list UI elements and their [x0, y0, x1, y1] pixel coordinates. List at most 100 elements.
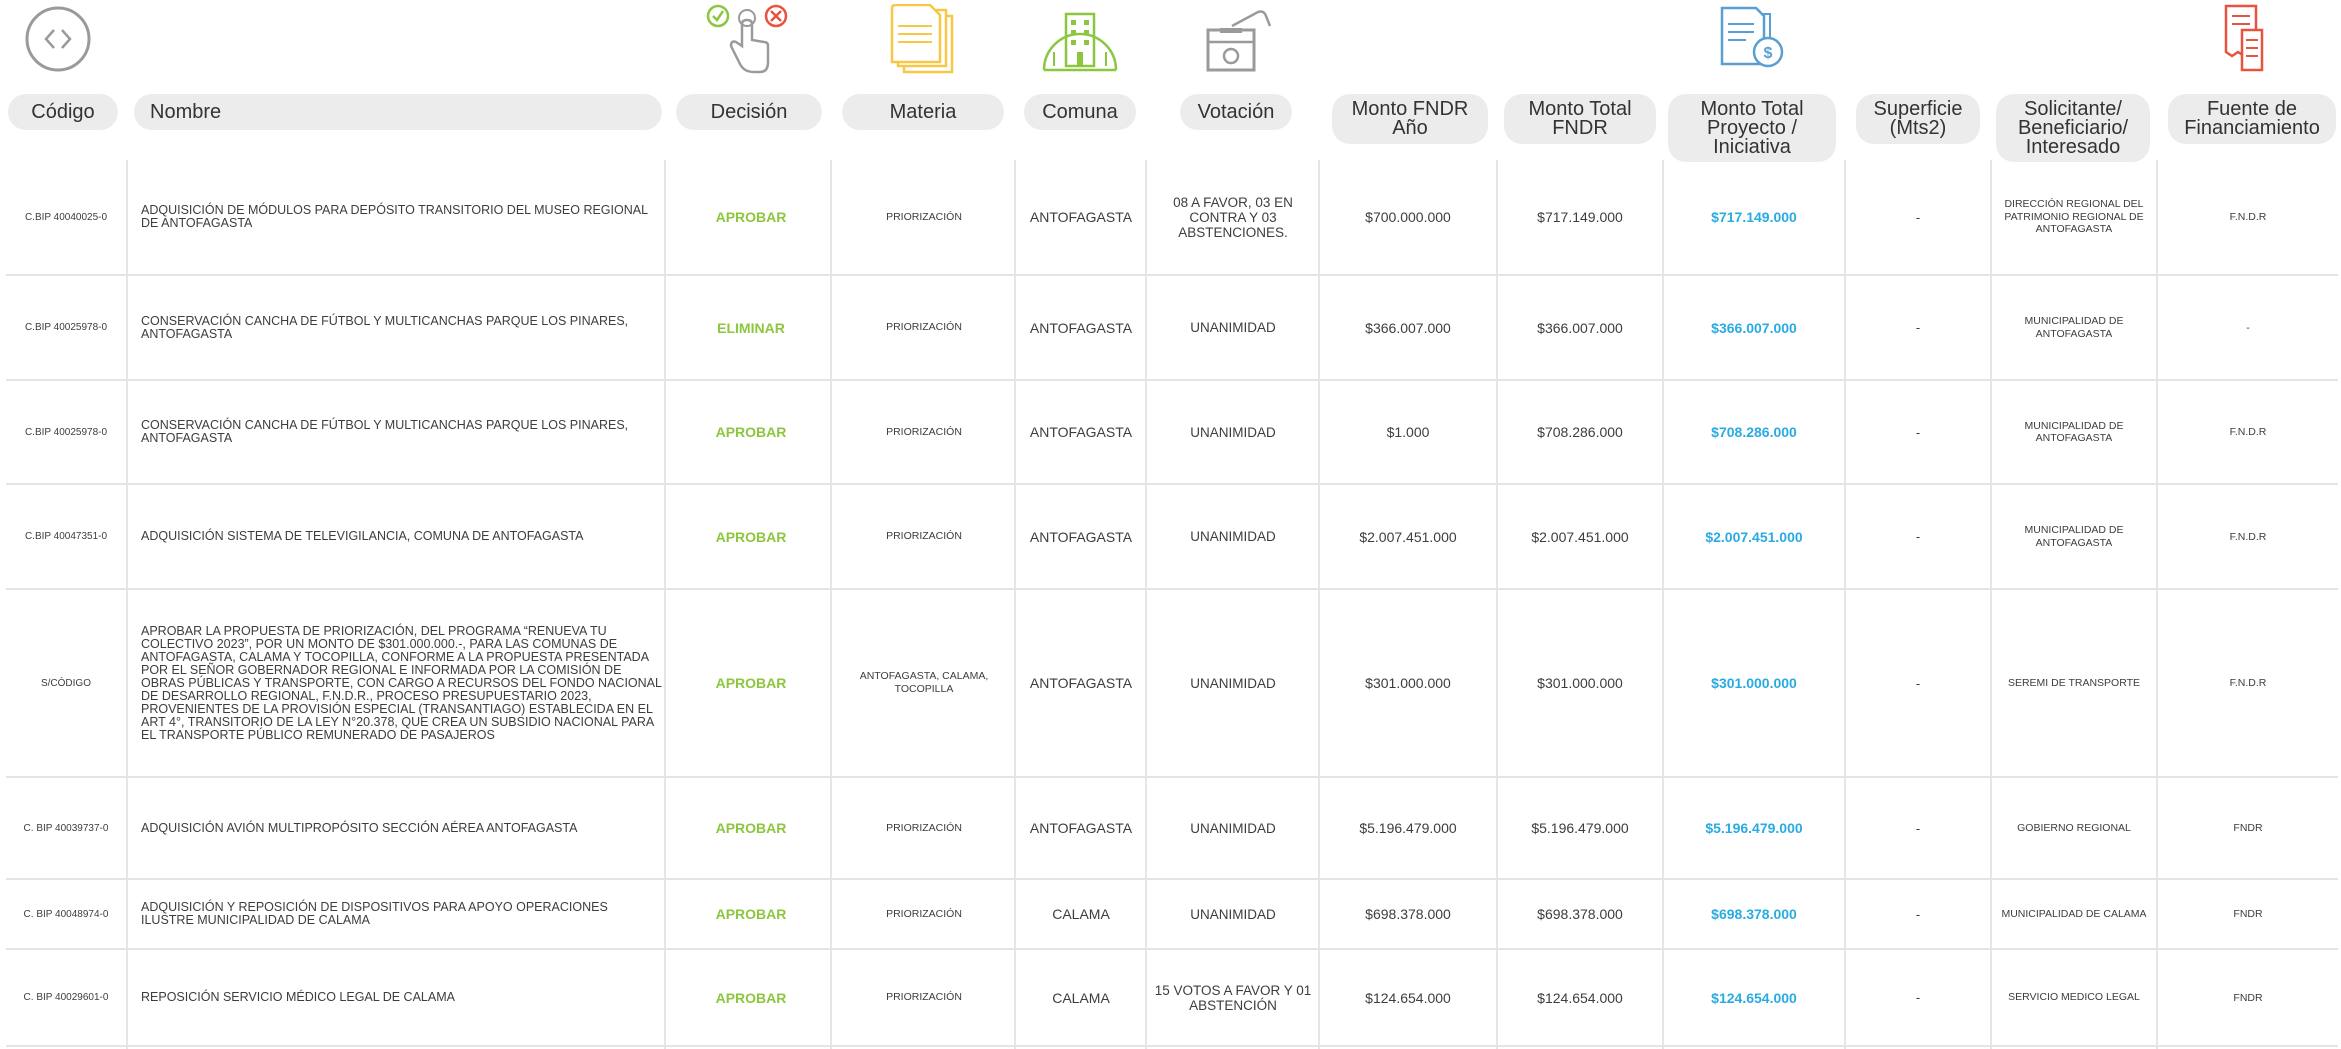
fuente-cell: F.N.D.R — [2229, 530, 2267, 543]
monto-total-proyecto-cell: $301.000.000 — [1711, 675, 1797, 691]
table-row[interactable]: C.BIP 40047351-0 ADQUISICIÓN SISTEMA DE T… — [6, 485, 2338, 590]
fuente-cell: FNDR — [2233, 908, 2263, 920]
decision-badge: APROBAR — [715, 989, 787, 1006]
decision-badge: APROBAR — [715, 675, 787, 691]
table-row[interactable]: C.BIP 40040025-0 ADQUISICIÓN DE MÓDULOS P… — [6, 160, 2338, 276]
header-decision[interactable]: Decisión — [676, 94, 822, 130]
header-superficie[interactable]: Superficie (Mts2) — [1856, 94, 1980, 144]
comuna-cell: ANTOFAGASTA — [1029, 424, 1133, 440]
monto-total-fndr-cell: $717.149.000 — [1537, 209, 1623, 225]
comuna-cell: CALAMA — [1052, 989, 1110, 1006]
documents-icon — [890, 4, 956, 74]
header-materia[interactable]: Materia — [842, 94, 1004, 130]
codigo-cell: C.BIP 40047351-0 — [24, 531, 108, 542]
superficie-cell: - — [1915, 906, 1921, 922]
table-row[interactable]: C.BIP 40025978-0 CONSERVACIÓN CANCHA DE F… — [6, 381, 2338, 485]
monto-total-fndr-cell: $301.000.000 — [1537, 675, 1623, 691]
money-document-icon: $ — [1718, 4, 1788, 74]
ballot-box-icon — [1204, 4, 1278, 74]
votacion-cell: UNANIMIDAD — [1190, 675, 1276, 691]
solicitante-cell: MUNICIPALIDAD DE CALAMA — [2001, 907, 2147, 920]
votacion-cell: UNANIMIDAD — [1190, 820, 1276, 836]
materia-cell: ANTOFAGASTA, CALAMA, TOCOPILLA — [859, 670, 989, 695]
header-monto-total-fndr[interactable]: Monto Total FNDR — [1504, 94, 1656, 144]
solicitante-cell: SEREMI DE TRANSPORTE — [2007, 676, 2141, 689]
decision-badge: APROBAR — [715, 209, 787, 225]
superficie-cell: - — [1915, 990, 1921, 1005]
codigo-cell: C. BIP 40039737-0 — [23, 822, 109, 834]
monto-fndr-anio-cell: $5.196.479.000 — [1359, 820, 1457, 836]
solicitante-cell: MUNICIPALIDAD DE ANTOFAGASTA — [2024, 419, 2124, 445]
table-row[interactable]: C. BIP 40039737-0 ADQUISICIÓN AVIÓN MULTI… — [6, 778, 2338, 880]
monto-fndr-anio-cell: $698.378.000 — [1365, 906, 1451, 922]
header-comuna[interactable]: Comuna — [1024, 94, 1136, 130]
monto-total-fndr-cell: $2.007.451.000 — [1531, 528, 1629, 545]
header-fuente[interactable]: Fuente de Financiamiento — [2168, 94, 2336, 144]
monto-total-fndr-cell: $5.196.479.000 — [1531, 820, 1629, 836]
solicitante-cell: DIRECCIÓN REGIONAL DEL PATRIMONIO REGION… — [2004, 198, 2144, 236]
monto-fndr-anio-cell: $700.000.000 — [1365, 209, 1451, 225]
materia-cell: PRIORIZACIÓN — [886, 991, 962, 1003]
monto-total-proyecto-cell: $698.378.000 — [1711, 906, 1797, 922]
nombre-cell: ADQUISICIÓN AVIÓN MULTIPROPÓSITO SECCIÓN… — [141, 820, 578, 835]
monto-total-proyecto-cell: $124.654.000 — [1711, 989, 1797, 1006]
nombre-cell: CONSERVACIÓN CANCHA DE FÚTBOL Y MULTICAN… — [141, 418, 629, 445]
header-monto-total-proyecto[interactable]: Monto Total Proyecto / Iniciativa — [1668, 94, 1836, 162]
icon-row: $ — [0, 0, 2341, 80]
fuente-cell: FNDR — [2233, 822, 2263, 834]
monto-total-fndr-cell: $124.654.000 — [1537, 989, 1623, 1006]
codigo-cell: C. BIP 40029601-0 — [23, 992, 109, 1003]
nombre-cell: ADQUISICIÓN SISTEMA DE TELEVIGILANCIA, C… — [141, 529, 584, 543]
decision-badge: APROBAR — [715, 820, 787, 836]
votacion-cell: UNANIMIDAD — [1190, 320, 1276, 335]
solicitante-cell: SERVICIO MEDICO LEGAL — [2008, 991, 2140, 1004]
decision-badge: ELIMINAR — [717, 319, 785, 336]
table-row[interactable]: C. BIP 40048974-0 ADQUISICIÓN Y REPOSICIÓ… — [6, 880, 2338, 950]
materia-cell: PRIORIZACIÓN — [886, 425, 962, 438]
nombre-cell: ADQUISICIÓN DE MÓDULOS PARA DEPÓSITO TRA… — [141, 203, 648, 230]
codigo-cell: C.BIP 40025978-0 — [24, 322, 108, 333]
codigo-cell: C. BIP 40048974-0 — [23, 908, 109, 920]
votacion-cell: UNANIMIDAD — [1190, 529, 1276, 544]
table-row[interactable]: S/CÓDIGO APROBAR LA PROPUESTA DE PRIORIZA… — [6, 590, 2338, 778]
superficie-cell: - — [1915, 675, 1921, 691]
comuna-cell: ANTOFAGASTA — [1029, 319, 1133, 336]
materia-cell: PRIORIZACIÓN — [886, 907, 962, 920]
nombre-cell: CONSERVACIÓN CANCHA DE FÚTBOL Y MULTICAN… — [141, 313, 629, 341]
header-solicitante[interactable]: Solicitante/ Beneficiario/ Interesado — [1996, 94, 2150, 162]
code-brackets-icon — [24, 5, 92, 73]
comuna-cell: ANTOFAGASTA — [1029, 675, 1133, 691]
header-codigo[interactable]: Código — [8, 94, 118, 130]
header-votacion[interactable]: Votación — [1180, 94, 1292, 130]
superficie-cell: - — [1915, 424, 1921, 440]
nombre-cell: ADQUISICIÓN Y REPOSICIÓN DE DISPOSITIVOS… — [141, 900, 608, 927]
monto-fndr-anio-cell: $2.007.451.000 — [1359, 528, 1457, 545]
materia-cell: PRIORIZACIÓN — [886, 821, 962, 834]
codigo-cell: S/CÓDIGO — [40, 677, 91, 689]
table-row[interactable]: C.BIP 40025978-0 CONSERVACIÓN CANCHA DE F… — [6, 276, 2338, 381]
materia-cell: PRIORIZACIÓN — [886, 210, 962, 223]
header-nombre[interactable]: Nombre — [134, 94, 662, 130]
solicitante-cell: MUNICIPALIDAD DE ANTOFAGASTA — [2024, 315, 2124, 340]
monto-fndr-anio-cell: $124.654.000 — [1365, 989, 1451, 1006]
monto-total-fndr-cell: $708.286.000 — [1537, 424, 1623, 440]
solicitante-cell: MUNICIPALIDAD DE ANTOFAGASTA — [2024, 524, 2124, 549]
decision-badge: APROBAR — [715, 424, 787, 440]
table-header: Código Nombre Decisión Materia Comuna Vo… — [0, 90, 2341, 162]
monto-total-proyecto-cell: $708.286.000 — [1711, 424, 1797, 440]
table-row[interactable]: C. BIP 40029601-0 REPOSICIÓN SERVICIO MÉD… — [6, 950, 2338, 1047]
decision-badge: APROBAR — [715, 528, 787, 545]
superficie-cell: - — [1915, 320, 1921, 335]
comuna-cell: ANTOFAGASTA — [1029, 209, 1133, 225]
monto-fndr-anio-cell: $1.000 — [1386, 424, 1430, 440]
header-monto-fndr-anio[interactable]: Monto FNDR Año — [1332, 94, 1488, 144]
svg-text:$: $ — [1764, 45, 1773, 62]
votacion-cell: 08 A FAVOR, 03 EN CONTRA Y 03 ABSTENCION… — [1173, 194, 1293, 240]
comuna-cell: ANTOFAGASTA — [1029, 820, 1133, 836]
codigo-cell: C.BIP 40025978-0 — [24, 426, 108, 438]
votacion-cell: UNANIMIDAD — [1190, 906, 1276, 922]
superficie-cell: - — [1915, 529, 1921, 544]
superficie-cell: - — [1915, 820, 1921, 836]
materia-cell: PRIORIZACIÓN — [886, 321, 962, 333]
materia-cell: PRIORIZACIÓN — [886, 530, 962, 542]
